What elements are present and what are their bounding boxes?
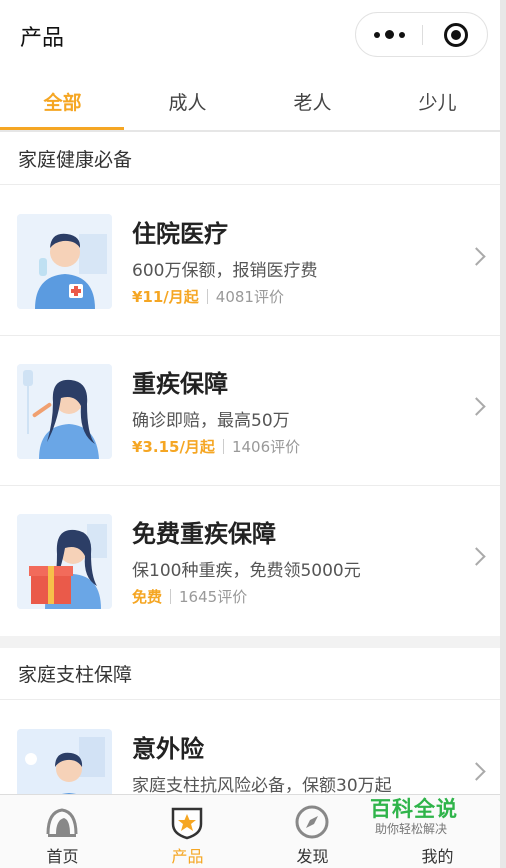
patient-illustration-icon — [17, 364, 112, 459]
gift-illustration-icon — [17, 514, 112, 609]
capsule-divider — [422, 25, 423, 45]
meta-divider — [206, 289, 208, 304]
section-title: 家庭支柱保障 — [0, 648, 500, 700]
app-page: 产品 全部 成人 老人 少儿 家庭健康必备 住院医疗 600万保额，报销医疗费 … — [0, 0, 506, 868]
product-price: 免费 — [132, 588, 163, 606]
category-tabs: 全部 成人 老人 少儿 — [0, 72, 500, 132]
mini-program-capsule — [355, 12, 488, 57]
product-card-hospital[interactable]: 住院医疗 600万保额，报销医疗费 ¥11/月起 4081评价 — [0, 186, 500, 336]
product-card-critical-illness[interactable]: 重疾保障 确诊即赔，最高50万 ¥3.15/月起 1406评价 — [0, 336, 500, 486]
tabbar-label: 首页 — [46, 847, 79, 866]
product-name: 重疾保障 — [132, 370, 228, 398]
product-price: ¥11/月起 — [132, 288, 199, 306]
tabbar-label: 产品 — [171, 847, 204, 866]
product-meta: ¥11/月起 4081评价 — [132, 286, 284, 307]
watermark-logo: 百科全说 助你轻松解决 — [355, 792, 475, 838]
chevron-right-icon — [467, 547, 486, 566]
scrollbar-track — [500, 0, 506, 868]
doctor-illustration-icon — [17, 214, 112, 309]
compass-icon — [295, 805, 329, 839]
section-gap — [0, 636, 500, 648]
nav-header: 产品 — [0, 0, 500, 72]
chevron-right-icon — [467, 397, 486, 416]
product-reviews: 1645评价 — [179, 588, 248, 606]
more-options-icon[interactable] — [356, 13, 422, 56]
shield-star-icon — [171, 807, 203, 840]
tab-elderly[interactable]: 老人 — [250, 72, 375, 130]
product-desc: 确诊即赔，最高50万 — [132, 411, 290, 431]
chevron-right-icon — [467, 247, 486, 266]
product-desc: 保100种重疾，免费领5000元 — [132, 561, 361, 581]
page-title: 产品 — [20, 26, 65, 51]
tab-children[interactable]: 少儿 — [375, 72, 500, 130]
product-name: 意外险 — [132, 735, 204, 763]
product-price: ¥3.15/月起 — [132, 438, 215, 456]
product-desc: 家庭支柱抗风险必备，保额30万起 — [132, 776, 392, 796]
product-desc: 600万保额，报销医疗费 — [132, 261, 318, 281]
tab-adult[interactable]: 成人 — [125, 72, 250, 130]
home-icon — [46, 808, 78, 837]
product-card-free-critical[interactable]: 免费重疾保障 保100种重疾，免费领5000元 免费 1645评价 — [0, 486, 500, 636]
chevron-right-icon — [467, 762, 486, 781]
meta-divider — [222, 439, 224, 454]
tabbar-label: 我的 — [421, 847, 454, 866]
product-meta: 免费 1645评价 — [132, 586, 247, 607]
close-target-icon[interactable] — [444, 23, 468, 47]
tabbar-item-home[interactable]: 首页 — [0, 795, 125, 868]
product-reviews: 4081评价 — [215, 288, 284, 306]
active-tab-indicator — [0, 127, 124, 130]
tabbar-label: 发现 — [296, 847, 329, 866]
product-name: 住院医疗 — [132, 220, 228, 248]
product-name: 免费重疾保障 — [132, 520, 276, 548]
watermark-subtitle: 助你轻松解决 — [375, 822, 448, 836]
tab-all[interactable]: 全部 — [0, 72, 125, 130]
product-reviews: 1406评价 — [231, 438, 301, 456]
product-meta: ¥3.15/月起 1406评价 — [132, 436, 300, 457]
meta-divider — [170, 589, 172, 604]
watermark-title: 百科全说 — [370, 797, 458, 821]
tabbar-item-products[interactable]: 产品 — [125, 795, 250, 868]
section-title: 家庭健康必备 — [0, 133, 500, 185]
